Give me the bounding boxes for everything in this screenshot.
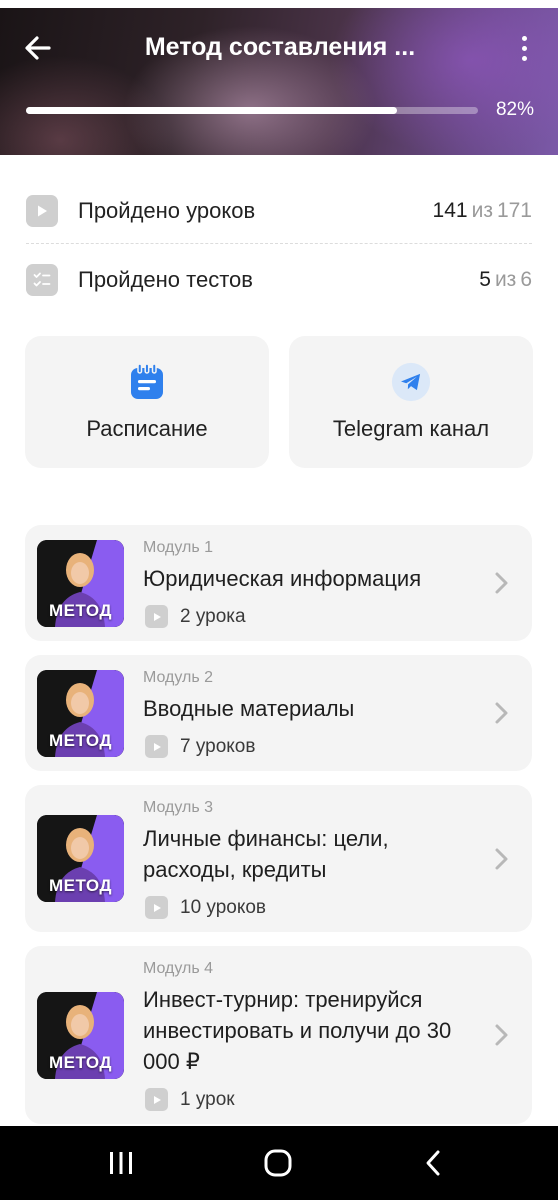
app-screen: Метод составления ... 82% Пройдено уроко… bbox=[0, 0, 558, 1200]
module-lesson-count: 2 урока bbox=[180, 605, 246, 627]
home-icon bbox=[264, 1149, 292, 1177]
module-title: Юридическая информация bbox=[143, 566, 422, 591]
stat-lessons-label: Пройдено уроков bbox=[78, 198, 256, 223]
module-number: Модуль 2 bbox=[143, 669, 214, 686]
chevron-right-icon bbox=[491, 848, 513, 870]
module-card-4[interactable]: МЕТОД Модуль 4 Инвест-турнир: тренируйся… bbox=[25, 946, 532, 1124]
module-thumbnail-label: МЕТОД bbox=[48, 1053, 113, 1072]
module-title: Вводные материалы bbox=[143, 696, 355, 721]
module-lessons: 10 уроков bbox=[145, 896, 266, 919]
more-dot-icon bbox=[521, 55, 527, 61]
stat-lessons-sep: из bbox=[471, 199, 493, 222]
module-lesson-count: 1 урок bbox=[180, 1088, 235, 1110]
module-thumbnail-label: МЕТОД bbox=[48, 876, 113, 895]
module-thumbnail: МЕТОД bbox=[37, 992, 124, 1079]
stat-tests-label: Пройдено тестов bbox=[78, 267, 253, 292]
telegram-icon bbox=[391, 362, 431, 402]
module-thumbnail-label: МЕТОД bbox=[48, 601, 113, 620]
stat-divider bbox=[26, 243, 532, 244]
module-lessons: 2 урока bbox=[145, 605, 246, 628]
schedule-label: Расписание bbox=[86, 416, 208, 441]
home-button[interactable] bbox=[258, 1146, 298, 1180]
module-number: Модуль 1 bbox=[143, 539, 214, 556]
stat-tests: Пройдено тестов 5 из 6 bbox=[26, 254, 532, 306]
module-thumbnail-label: МЕТОД bbox=[48, 731, 113, 750]
module-number: Модуль 3 bbox=[143, 799, 214, 816]
course-progress-bar bbox=[26, 107, 478, 114]
play-icon bbox=[145, 735, 168, 758]
stat-tests-sep: из bbox=[494, 268, 517, 291]
module-lesson-count: 7 уроков bbox=[180, 735, 256, 757]
module-title: Личные финансы: цели, расходы, кредиты bbox=[143, 826, 389, 882]
chevron-right-icon bbox=[491, 1024, 513, 1046]
page-title: Метод составления ... bbox=[144, 33, 416, 61]
stat-lessons-done: 141 bbox=[432, 199, 468, 222]
arrow-left-icon bbox=[25, 36, 51, 60]
module-card-1[interactable]: МЕТОД Модуль 1 Юридическая информация 2 … bbox=[25, 525, 532, 641]
recent-apps-icon bbox=[110, 1152, 132, 1174]
stat-lessons-total: 171 bbox=[496, 199, 532, 222]
system-back-button[interactable] bbox=[413, 1146, 453, 1180]
module-thumbnail: МЕТОД bbox=[37, 815, 124, 902]
telegram-channel-button[interactable]: Telegram канал bbox=[289, 336, 533, 468]
chevron-right-icon bbox=[491, 572, 513, 594]
module-thumbnail: МЕТОД bbox=[37, 540, 124, 627]
status-bar bbox=[0, 0, 558, 8]
course-progress-label: 82% bbox=[495, 99, 534, 120]
stat-tests-total: 6 bbox=[520, 268, 532, 291]
play-icon bbox=[145, 605, 168, 628]
module-lessons: 7 уроков bbox=[145, 735, 255, 758]
more-menu-button[interactable] bbox=[510, 30, 538, 66]
stat-tests-done: 5 bbox=[479, 268, 491, 291]
module-title: Инвест-турнир: тренируйся инвестировать … bbox=[143, 987, 452, 1074]
module-thumbnail: МЕТОД bbox=[37, 670, 124, 757]
play-icon bbox=[145, 896, 168, 919]
module-lesson-count: 10 уроков bbox=[180, 896, 267, 918]
module-number: Модуль 4 bbox=[143, 960, 214, 977]
back-icon bbox=[426, 1150, 440, 1176]
play-icon bbox=[145, 1088, 168, 1111]
telegram-label: Telegram канал bbox=[332, 416, 490, 441]
stat-lessons: Пройдено уроков 141 из 171 bbox=[26, 185, 532, 237]
recent-apps-button[interactable] bbox=[101, 1146, 141, 1180]
play-icon bbox=[26, 195, 58, 227]
more-dot-icon bbox=[521, 45, 527, 51]
calendar-icon bbox=[127, 362, 167, 402]
course-progress-fill bbox=[26, 107, 397, 114]
system-navigation-bar bbox=[0, 1126, 558, 1200]
module-lessons: 1 урок bbox=[145, 1088, 235, 1111]
schedule-button[interactable]: Расписание bbox=[25, 336, 269, 468]
checklist-icon bbox=[26, 264, 58, 296]
course-header: Метод составления ... 82% bbox=[0, 0, 558, 155]
chevron-right-icon bbox=[491, 702, 513, 724]
module-card-2[interactable]: МЕТОД Модуль 2 Вводные материалы 7 уроко… bbox=[25, 655, 532, 771]
module-card-3[interactable]: МЕТОД Модуль 3 Личные финансы: цели, рас… bbox=[25, 785, 532, 932]
more-dot-icon bbox=[521, 35, 527, 41]
back-button[interactable] bbox=[20, 30, 56, 66]
